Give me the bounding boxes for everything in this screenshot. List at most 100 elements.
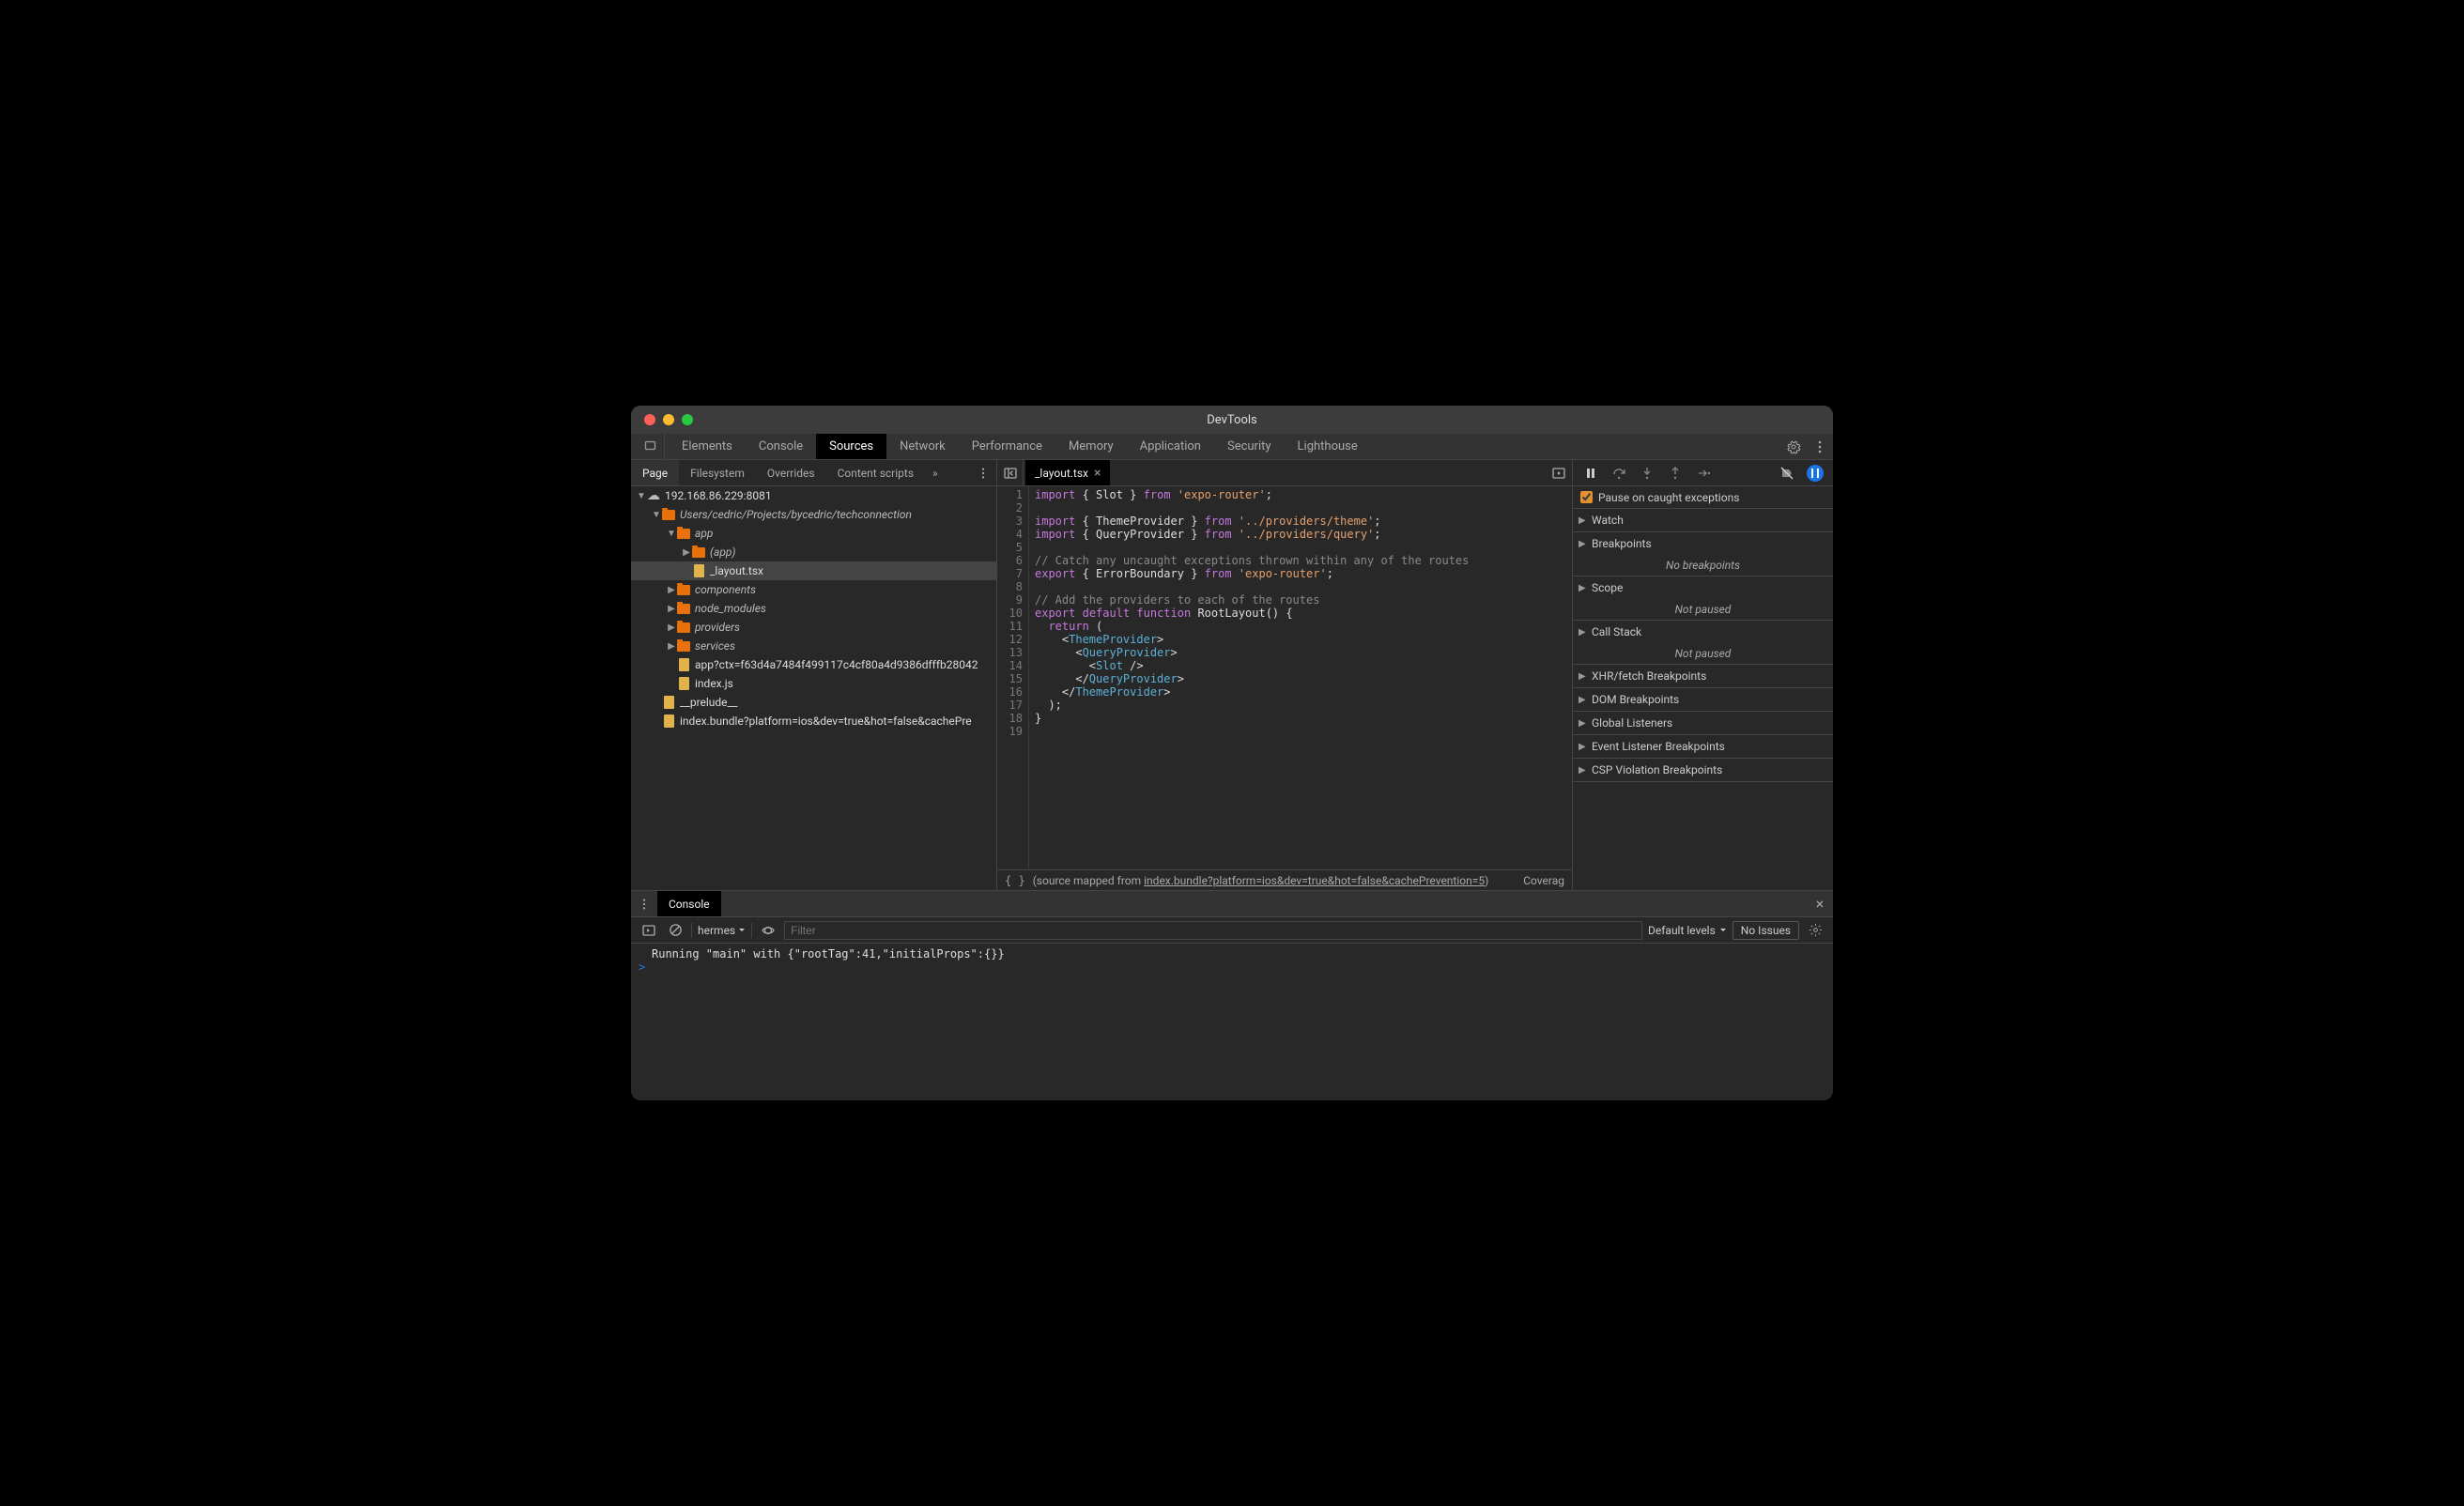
step-icon[interactable] <box>1691 463 1716 484</box>
drawer-menu-icon[interactable] <box>631 891 657 916</box>
console-filter-input[interactable] <box>784 921 1642 940</box>
tree-origin[interactable]: ▼☁192.168.86.229:8081 <box>631 486 996 505</box>
settings-icon[interactable] <box>1780 434 1807 459</box>
tree-folder[interactable]: ▶providers <box>631 618 996 637</box>
more-tabs-indicator[interactable]: » <box>925 460 946 485</box>
tree-folder[interactable]: ▶components <box>631 580 996 599</box>
tree-file[interactable]: __prelude__ <box>631 693 996 712</box>
console-sidebar-toggle-icon[interactable] <box>639 921 659 940</box>
pause-on-caught-exceptions-checkbox[interactable]: Pause on caught exceptions <box>1573 486 1833 509</box>
step-over-icon[interactable] <box>1607 463 1631 484</box>
tree-folder[interactable]: ▶node_modules <box>631 599 996 618</box>
expand-arrow-icon: ▼ <box>652 510 661 520</box>
console-output[interactable]: Running "main" with {"rootTag":41,"initi… <box>631 944 1833 1100</box>
tree-label: app?ctx=f63d4a7484f499117c4cf80a4d9386df… <box>695 658 978 671</box>
more-menu-icon[interactable] <box>1807 434 1833 459</box>
debug-section-event-listener-breakpoints[interactable]: ▶Event Listener Breakpoints <box>1573 735 1833 758</box>
sources-subtab-filesystem[interactable]: Filesystem <box>679 460 756 485</box>
section-label: Event Listener Breakpoints <box>1592 740 1725 753</box>
tree-file[interactable]: index.js <box>631 674 996 693</box>
main-tab-performance[interactable]: Performance <box>959 434 1055 459</box>
maximize-window-button[interactable] <box>682 414 693 425</box>
file-tree[interactable]: ▼☁192.168.86.229:8081▼Users/cedric/Proje… <box>631 486 997 890</box>
drawer-tab-console[interactable]: Console <box>657 891 721 916</box>
main-tab-application[interactable]: Application <box>1127 434 1214 459</box>
run-snippet-icon[interactable] <box>1546 466 1572 481</box>
tree-folder[interactable]: ▶(app) <box>631 543 996 561</box>
debug-section-global-listeners[interactable]: ▶Global Listeners <box>1573 712 1833 734</box>
pretty-print-icon[interactable]: { } <box>1005 874 1025 887</box>
sources-subtab-page[interactable]: Page <box>631 460 679 485</box>
code-editor[interactable]: 12345678910111213141516171819 import { S… <box>997 486 1572 869</box>
expand-arrow-icon: ▶ <box>667 622 676 633</box>
console-context-selector[interactable]: hermes <box>698 924 746 937</box>
tree-file[interactable]: index.bundle?platform=ios&dev=true&hot=f… <box>631 712 996 730</box>
pause-on-exceptions-icon[interactable] <box>1803 463 1827 484</box>
dropdown-caret-icon <box>738 927 746 934</box>
dropdown-caret-icon <box>1719 927 1727 934</box>
main-tab-sources[interactable]: Sources <box>816 434 886 459</box>
expand-arrow-icon: ▶ <box>1578 765 1588 776</box>
debugger-controls <box>1572 460 1833 485</box>
toggle-navigator-icon[interactable] <box>997 460 1024 485</box>
debug-section-dom-breakpoints[interactable]: ▶DOM Breakpoints <box>1573 688 1833 711</box>
tree-folder[interactable]: ▶services <box>631 637 996 655</box>
main-tab-lighthouse[interactable]: Lighthouse <box>1285 434 1371 459</box>
file-icon <box>661 695 676 710</box>
inspect-element-icon[interactable] <box>639 434 665 459</box>
minimize-window-button[interactable] <box>663 414 674 425</box>
section-label: Call Stack <box>1592 625 1641 638</box>
debug-section-csp-violation-breakpoints[interactable]: ▶CSP Violation Breakpoints <box>1573 759 1833 781</box>
deactivate-breakpoints-icon[interactable] <box>1775 463 1799 484</box>
code-content[interactable]: import { Slot } from 'expo-router';impor… <box>1029 486 1572 869</box>
expand-arrow-icon: ▶ <box>1578 627 1588 638</box>
no-issues-button[interactable]: No Issues <box>1732 921 1799 940</box>
live-expression-icon[interactable] <box>758 921 778 940</box>
debug-section-scope[interactable]: ▶Scope <box>1573 576 1833 599</box>
folder-icon <box>676 526 691 541</box>
step-out-icon[interactable] <box>1663 463 1687 484</box>
main-toolbar: ElementsConsoleSourcesNetworkPerformance… <box>631 434 1833 460</box>
step-into-icon[interactable] <box>1635 463 1659 484</box>
debugger-sidebar: Pause on caught exceptions ▶Watch▶Breakp… <box>1572 486 1833 890</box>
main-tab-elements[interactable]: Elements <box>669 434 746 459</box>
close-drawer-icon[interactable]: × <box>1807 891 1833 916</box>
pause-on-caught-input[interactable] <box>1580 491 1593 503</box>
sources-subtab-overrides[interactable]: Overrides <box>756 460 826 485</box>
editor-file-tab[interactable]: _layout.tsx × <box>1025 460 1110 485</box>
expand-arrow-icon: ▶ <box>1578 515 1588 526</box>
tree-label: services <box>695 639 735 653</box>
log-levels-selector[interactable]: Default levels <box>1648 924 1727 937</box>
main-tab-console[interactable]: Console <box>746 434 816 459</box>
sources-subtab-content-scripts[interactable]: Content scripts <box>826 460 925 485</box>
tree-folder[interactable]: ▼Users/cedric/Projects/bycedric/techconn… <box>631 505 996 524</box>
sources-subtoolbar: PageFilesystemOverridesContent scripts »… <box>631 460 1833 486</box>
console-settings-icon[interactable] <box>1805 923 1825 937</box>
navigator-menu-icon[interactable] <box>970 460 996 485</box>
tree-label: index.js <box>695 677 733 690</box>
debug-section-watch[interactable]: ▶Watch <box>1573 509 1833 531</box>
tree-label: __prelude__ <box>680 696 737 709</box>
close-window-button[interactable] <box>644 414 655 425</box>
tree-file[interactable]: _layout.tsx <box>631 561 996 580</box>
tree-label: index.bundle?platform=ios&dev=true&hot=f… <box>680 715 972 728</box>
editor-pane: 12345678910111213141516171819 import { S… <box>997 486 1572 890</box>
console-prompt[interactable]: > <box>639 960 1825 974</box>
debug-section-xhr-fetch-breakpoints[interactable]: ▶XHR/fetch Breakpoints <box>1573 665 1833 687</box>
file-icon <box>691 563 706 578</box>
main-tab-security[interactable]: Security <box>1214 434 1285 459</box>
line-number-gutter: 12345678910111213141516171819 <box>997 486 1029 869</box>
debug-section-call-stack[interactable]: ▶ Call Stack <box>1573 621 1833 643</box>
tree-file[interactable]: app?ctx=f63d4a7484f499117c4cf80a4d9386df… <box>631 655 996 674</box>
tree-folder[interactable]: ▼app <box>631 524 996 543</box>
pause-resume-icon[interactable] <box>1578 463 1603 484</box>
drawer-tab-strip: Console × <box>631 891 1833 917</box>
source-map-link[interactable]: index.bundle?platform=ios&dev=true&hot=f… <box>1144 874 1485 887</box>
main-tab-network[interactable]: Network <box>886 434 959 459</box>
clear-console-icon[interactable] <box>665 921 685 940</box>
main-tab-memory[interactable]: Memory <box>1055 434 1127 459</box>
cloud-icon: ☁ <box>646 488 661 503</box>
expand-arrow-icon: ▶ <box>1578 583 1588 593</box>
debug-section-breakpoints[interactable]: ▶Breakpoints <box>1573 532 1833 555</box>
close-file-tab-icon[interactable]: × <box>1094 467 1101 480</box>
